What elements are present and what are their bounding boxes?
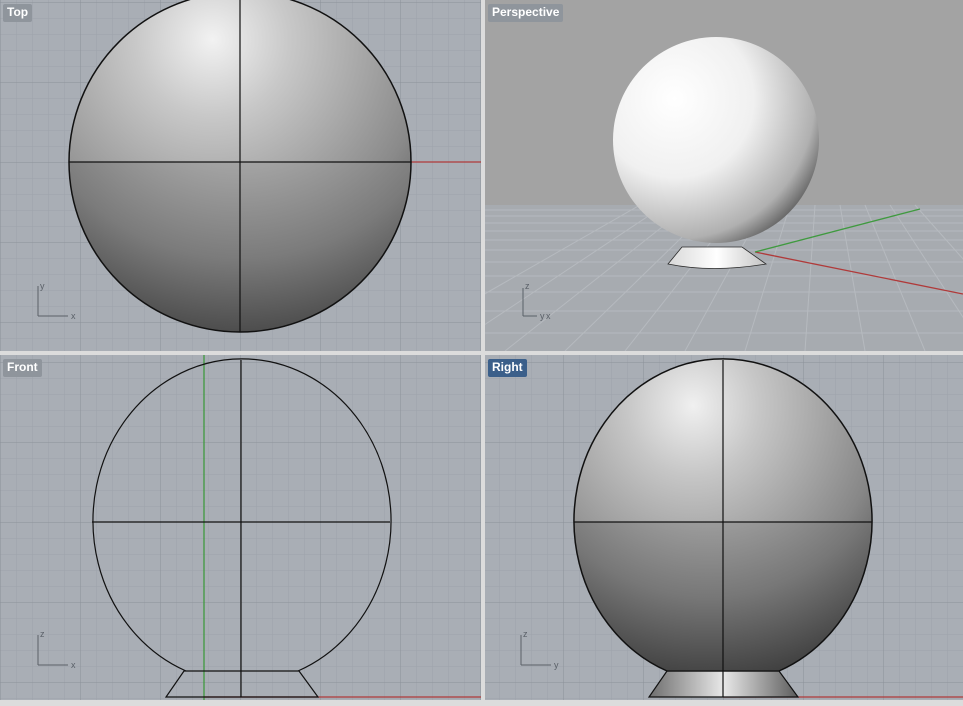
svg-text:x: x [71,660,76,670]
sphere-top-view[interactable] [68,0,412,333]
viewport-frame-bottom [0,700,963,706]
svg-text:z: z [525,281,530,291]
front-viewport-canvas[interactable]: x z [0,355,481,700]
top-viewport-canvas[interactable]: x y [0,0,481,351]
svg-text:y: y [540,311,545,321]
svg-text:x: x [546,311,551,321]
viewport-splitter-horizontal[interactable] [0,351,963,355]
svg-text:z: z [523,629,528,639]
front-viewport[interactable]: x z Front [0,355,481,700]
svg-text:y: y [554,660,559,670]
viewport-title-perspective[interactable]: Perspective [488,4,564,22]
right-viewport[interactable]: y z Right [485,355,963,700]
viewport-title-right[interactable]: Right [488,359,527,377]
perspective-viewport[interactable]: y x z Perspective [485,0,963,351]
svg-text:z: z [40,629,45,639]
svg-text:x: x [71,311,76,321]
viewport-title-top[interactable]: Top [3,4,33,22]
top-viewport[interactable]: x y Top [0,0,481,351]
perspective-viewport-canvas[interactable]: y x z [485,0,963,351]
svg-text:y: y [40,281,45,291]
viewport-title-front[interactable]: Front [3,359,42,377]
right-viewport-canvas[interactable]: y z [485,355,963,700]
